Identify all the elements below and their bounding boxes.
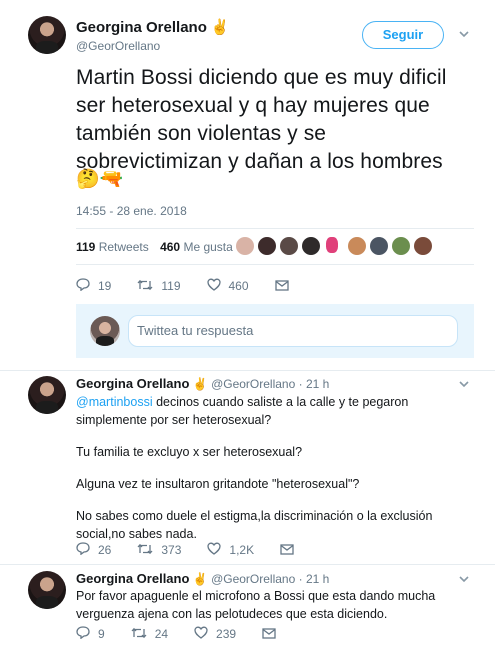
author-name-text[interactable]: Georgina Orellano — [76, 19, 207, 36]
retweets-count: 119 — [76, 240, 96, 254]
divider — [76, 264, 474, 265]
reply-actions: 26 373 1,2K — [76, 542, 328, 558]
retweet-icon — [131, 627, 147, 642]
mention-link[interactable]: @martinbossi — [76, 395, 153, 409]
like-button[interactable]: 239 — [194, 626, 236, 642]
reply-actions: 9 24 239 — [76, 626, 310, 642]
likes-stat[interactable]: 460 Me gusta — [160, 240, 233, 254]
like-button[interactable]: 1,2K — [207, 542, 254, 558]
envelope-icon — [262, 627, 276, 642]
direct-message-button[interactable] — [280, 543, 302, 558]
follow-button[interactable]: Seguir — [362, 21, 444, 49]
reply-author-handle[interactable]: @GeorOrellano — [211, 572, 295, 586]
reply-header: Georgina Orellano ✌️ @GeorOrellano · 21 … — [76, 571, 329, 586]
chevron-down-icon[interactable] — [458, 378, 470, 393]
author-handle[interactable]: @GeorOrellano — [76, 39, 160, 53]
liker-avatar[interactable] — [236, 237, 254, 255]
reply-icon — [76, 626, 90, 642]
like-count: 1,2K — [229, 543, 255, 557]
reply-header: Georgina Orellano ✌️ @GeorOrellano · 21 … — [76, 376, 329, 391]
tweet-stats: 119 Retweets 460 Me gusta — [76, 240, 233, 254]
reply-author-name[interactable]: Georgina Orellano — [76, 571, 189, 586]
liker-avatar[interactable] — [392, 237, 410, 255]
reply-author-handle[interactable]: @GeorOrellano — [211, 377, 295, 391]
tweet-text: Martin Bossi diciendo que es muy dificil… — [76, 66, 447, 173]
victory-hand-emoji: ✌️ — [210, 19, 230, 36]
reply-button[interactable]: 19 — [76, 278, 111, 294]
reply-text-line: Tu familia te excluyo x ser heterosexual… — [76, 445, 303, 459]
liker-avatar[interactable] — [326, 237, 338, 253]
reply-button[interactable]: 26 — [76, 542, 111, 558]
reply-count: 9 — [98, 627, 105, 641]
author-avatar[interactable] — [28, 16, 66, 54]
retweet-icon — [137, 543, 153, 558]
reply-author-avatar[interactable] — [28, 376, 66, 414]
reply-timestamp[interactable]: · 21 h — [299, 377, 330, 391]
direct-message-button[interactable] — [262, 627, 284, 642]
retweet-icon — [137, 279, 153, 294]
liker-avatar[interactable] — [348, 237, 366, 255]
tweet-timestamp[interactable]: 14:55 - 28 ene. 2018 — [76, 204, 187, 218]
liker-avatar[interactable] — [280, 237, 298, 255]
envelope-icon — [280, 543, 294, 558]
liker-avatar[interactable] — [370, 237, 388, 255]
like-button[interactable]: 460 — [206, 278, 249, 294]
reply-author-name[interactable]: Georgina Orellano — [76, 376, 189, 391]
chevron-down-icon[interactable] — [458, 28, 470, 40]
reply-text-line: No sabes como duele el estigma,la discri… — [76, 509, 433, 541]
reply-timestamp[interactable]: · 21 h — [299, 572, 330, 586]
heart-icon — [206, 278, 221, 294]
reply-icon — [76, 542, 90, 558]
current-user-avatar — [90, 316, 120, 346]
chevron-down-icon[interactable] — [458, 573, 470, 588]
reply-text: @martinbossi decinos cuando saliste a la… — [76, 393, 476, 543]
liker-avatar[interactable] — [258, 237, 276, 255]
tweet-actions: 19 119 460 — [76, 278, 323, 294]
divider — [76, 228, 474, 229]
retweet-button[interactable]: 24 — [131, 627, 168, 642]
likes-count: 460 — [160, 240, 181, 254]
retweets-stat[interactable]: 119 Retweets — [76, 240, 149, 254]
reply-text: Por favor apaguenle el microfono a Bossi… — [76, 589, 436, 621]
reply-input[interactable]: Twittea tu respuesta — [128, 315, 458, 347]
reply-composer: Twittea tu respuesta — [76, 304, 474, 358]
liker-avatar[interactable] — [414, 237, 432, 255]
reply-button[interactable]: 9 — [76, 626, 105, 642]
retweets-label: Retweets — [98, 240, 149, 254]
heart-icon — [207, 542, 222, 558]
reply-text-line: Alguna vez te insultaron gritandote "het… — [76, 477, 360, 491]
retweet-button[interactable]: 373 — [137, 543, 181, 558]
like-count: 460 — [228, 279, 249, 293]
reply-count: 26 — [98, 543, 112, 557]
victory-hand-emoji: ✌️ — [192, 377, 208, 391]
retweet-count: 373 — [161, 543, 182, 557]
direct-message-button[interactable] — [274, 279, 297, 294]
divider — [0, 370, 495, 371]
reply-icon — [76, 278, 90, 294]
retweet-button[interactable]: 119 — [137, 279, 181, 294]
tweet-emojis: 🤔🔫 — [76, 169, 124, 190]
retweet-count: 119 — [161, 279, 181, 293]
victory-hand-emoji: ✌️ — [192, 572, 208, 586]
likes-label: Me gusta — [183, 240, 233, 254]
author-name[interactable]: Georgina Orellano ✌️ — [76, 18, 230, 36]
envelope-icon — [274, 279, 289, 294]
heart-icon — [194, 626, 208, 642]
liker-avatar[interactable] — [302, 237, 320, 255]
reply-count: 19 — [98, 279, 112, 293]
divider — [0, 564, 495, 565]
like-count: 239 — [216, 627, 237, 641]
reply-author-avatar[interactable] — [28, 571, 66, 609]
retweet-count: 24 — [154, 627, 169, 641]
